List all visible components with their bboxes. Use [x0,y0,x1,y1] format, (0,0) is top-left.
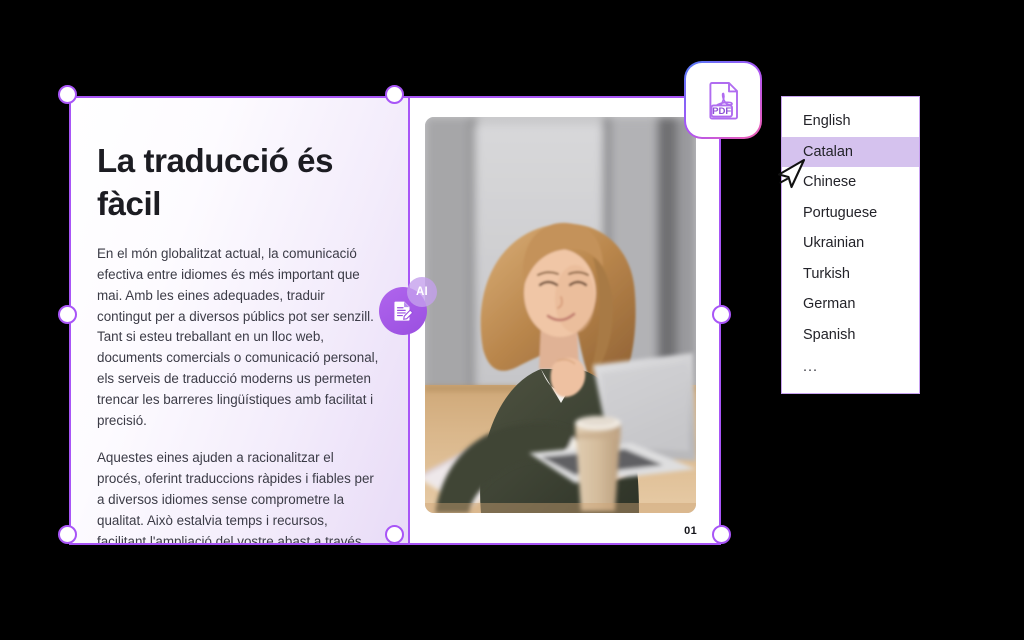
language-option-chinese[interactable]: Chinese [782,167,919,198]
resize-handle-middle-left[interactable] [58,305,77,324]
language-option-turkish[interactable]: Turkish [782,259,919,290]
document-page-left[interactable]: La traducció és fàcil En el món globalit… [69,96,408,545]
resize-handle-bottom-left[interactable] [58,525,77,544]
ai-assist-badge[interactable]: AI [379,277,437,335]
language-option-ukrainian[interactable]: Ukrainian [782,228,919,259]
pdf-file-icon: PDF [686,63,760,137]
language-option-more[interactable]: ... [782,350,919,383]
language-dropdown-menu[interactable]: English Catalan Chinese Portuguese Ukrai… [781,96,920,394]
resize-handle-bottom-center[interactable] [385,525,404,544]
resize-handle-middle-right[interactable] [712,305,731,324]
language-option-portuguese[interactable]: Portuguese [782,198,919,229]
resize-handle-bottom-right[interactable] [712,525,731,544]
page-number: 01 [684,525,697,537]
body-paragraph-1: En el món globalitzat actual, la comunic… [97,245,379,429]
language-option-catalan[interactable]: Catalan [782,136,919,167]
document-photo [425,117,696,513]
pdf-badge-text: PDF [712,106,731,117]
body-paragraph-2: Aquestes eines ajuden a racionalitzar el… [97,449,374,545]
language-option-spanish[interactable]: Spanish [782,320,919,351]
ai-label-bubble: AI [407,277,437,307]
resize-handle-top-left[interactable] [58,85,77,104]
document-page-right[interactable]: 01 [408,96,721,545]
language-option-english[interactable]: English [782,106,919,137]
document-spread-canvas[interactable]: La traducció és fàcil En el món globalit… [58,85,731,545]
pdf-export-badge[interactable]: PDF [684,61,762,139]
language-option-german[interactable]: German [782,289,919,320]
page-title: La traducció és fàcil [97,142,334,222]
resize-handle-top-center[interactable] [385,85,404,104]
